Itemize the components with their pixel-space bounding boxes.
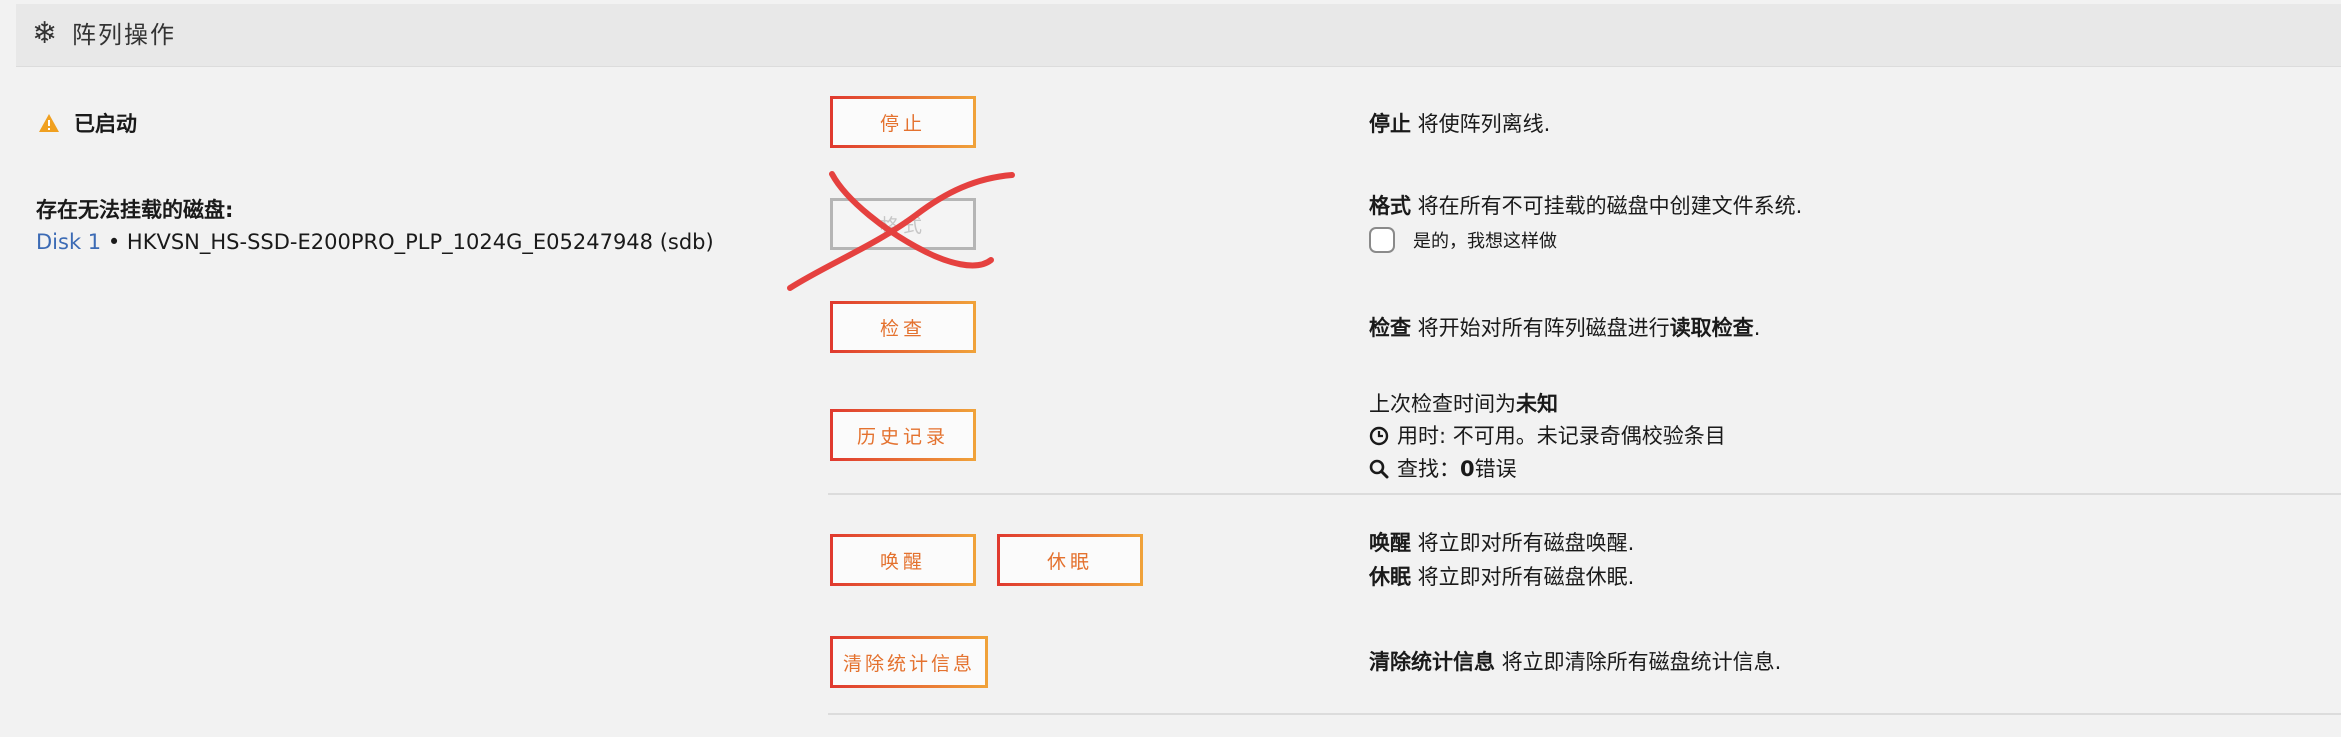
check-desc-bold2: 读取检查 xyxy=(1669,316,1754,340)
red-cross-mark-icon xyxy=(787,171,1015,291)
check-desc-end: . xyxy=(1753,316,1761,340)
duration-line: 用时: 不可用。未记录奇偶校验条目 xyxy=(1369,422,1726,450)
format-desc-bold: 格式 xyxy=(1369,194,1411,218)
check-description: 检查 将开始对所有阵列磁盘进行读取检查. xyxy=(1369,314,1760,342)
clear-stats-button[interactable]: 清除统计信息 xyxy=(830,636,988,688)
spinup-button[interactable]: 唤醒 xyxy=(830,534,976,586)
stop-desc-text: 将使阵列离线. xyxy=(1411,112,1551,136)
unmountable-disk-row: Disk 1 • HKVSN_HS-SSD-E200PRO_PLP_1024G_… xyxy=(36,228,714,256)
warning-icon xyxy=(39,114,59,132)
spindown-desc-text: 将立即对所有磁盘休眠. xyxy=(1411,565,1635,589)
format-desc-text: 将在所有不可挂载的磁盘中创建文件系统. xyxy=(1411,194,1803,218)
disk-identifier: HKVSN_HS-SSD-E200PRO_PLP_1024G_E05247948… xyxy=(126,230,714,254)
search-icon xyxy=(1369,459,1389,479)
check-desc-text: 将开始对所有阵列磁盘进行 xyxy=(1411,316,1670,340)
unmountable-heading: 存在无法挂载的磁盘: xyxy=(36,198,234,222)
divider xyxy=(828,493,2341,495)
separator: • xyxy=(107,230,121,254)
array-status: 已启动 xyxy=(74,112,137,136)
found-count: 0 xyxy=(1460,457,1475,481)
last-check-value: 未知 xyxy=(1516,392,1558,416)
history-button[interactable]: 历史记录 xyxy=(830,409,976,461)
clear-desc-text: 将立即清除所有磁盘统计信息. xyxy=(1495,650,1782,674)
spinup-description: 唤醒 将立即对所有磁盘唤醒. xyxy=(1369,529,1634,557)
check-desc-bold: 检查 xyxy=(1369,316,1411,340)
spinup-desc-text: 将立即对所有磁盘唤醒. xyxy=(1411,531,1635,555)
spinup-desc-bold: 唤醒 xyxy=(1369,531,1411,555)
section-title: 阵列操作 xyxy=(72,21,176,49)
format-confirm-label: 是的，我想这样做 xyxy=(1413,231,1557,252)
section-header: ❄ 阵列操作 xyxy=(16,4,2341,67)
check-button[interactable]: 检查 xyxy=(830,301,976,353)
format-confirm-checkbox[interactable] xyxy=(1369,227,1395,253)
last-check-text: 上次检查时间为 xyxy=(1369,392,1516,416)
clear-stats-description: 清除统计信息 将立即清除所有磁盘统计信息. xyxy=(1369,648,1781,676)
found-text: 错误 xyxy=(1474,457,1517,481)
spindown-desc-bold: 休眠 xyxy=(1369,565,1411,589)
snowflake-icon: ❄ xyxy=(32,16,58,51)
spindown-button[interactable]: 休眠 xyxy=(997,534,1143,586)
found-label: 查找： xyxy=(1397,457,1460,481)
stop-description: 停止 将使阵列离线. xyxy=(1369,110,1550,138)
stop-desc-bold: 停止 xyxy=(1369,112,1411,136)
clock-icon xyxy=(1369,426,1389,446)
clear-desc-bold: 清除统计信息 xyxy=(1369,650,1495,674)
found-line: 查找：0错误 xyxy=(1369,455,1517,483)
format-description: 格式 将在所有不可挂载的磁盘中创建文件系统. xyxy=(1369,192,1802,220)
disk-link[interactable]: Disk 1 xyxy=(36,230,101,254)
last-check-line: 上次检查时间为未知 xyxy=(1369,390,1558,418)
divider-bottom xyxy=(828,713,2341,715)
duration-text: 用时: 不可用。未记录奇偶校验条目 xyxy=(1397,424,1726,448)
spindown-description: 休眠 将立即对所有磁盘休眠. xyxy=(1369,563,1634,591)
stop-button[interactable]: 停止 xyxy=(830,96,976,148)
